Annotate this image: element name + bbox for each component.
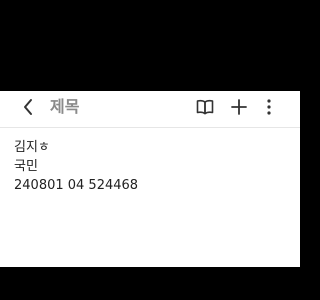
note-line: 240801 04 524468 — [14, 178, 139, 193]
note-body[interactable]: 김지ㅎ 국민 240801 04 524468 — [14, 138, 286, 195]
add-button[interactable] — [228, 96, 250, 118]
note-app: 제목 김지ㅎ 국민 240801 04 524468 — [0, 91, 300, 267]
top-black-bar — [0, 0, 300, 91]
chevron-left-icon — [24, 99, 32, 115]
phone-screen: 제목 김지ㅎ 국민 240801 04 524468 — [0, 0, 300, 300]
note-line: 국민 — [14, 159, 38, 174]
toolbar: 제목 — [0, 91, 300, 125]
more-vertical-icon — [267, 99, 271, 115]
reader-mode-button[interactable] — [194, 96, 216, 118]
book-open-icon — [196, 99, 214, 115]
back-button[interactable] — [16, 94, 40, 120]
note-line: 김지ㅎ — [14, 140, 50, 155]
plus-icon — [231, 99, 247, 115]
more-options-button[interactable] — [258, 96, 280, 118]
toolbar-divider — [0, 127, 300, 128]
page-title[interactable]: 제목 — [50, 96, 79, 118]
bottom-black-bar — [0, 267, 300, 300]
